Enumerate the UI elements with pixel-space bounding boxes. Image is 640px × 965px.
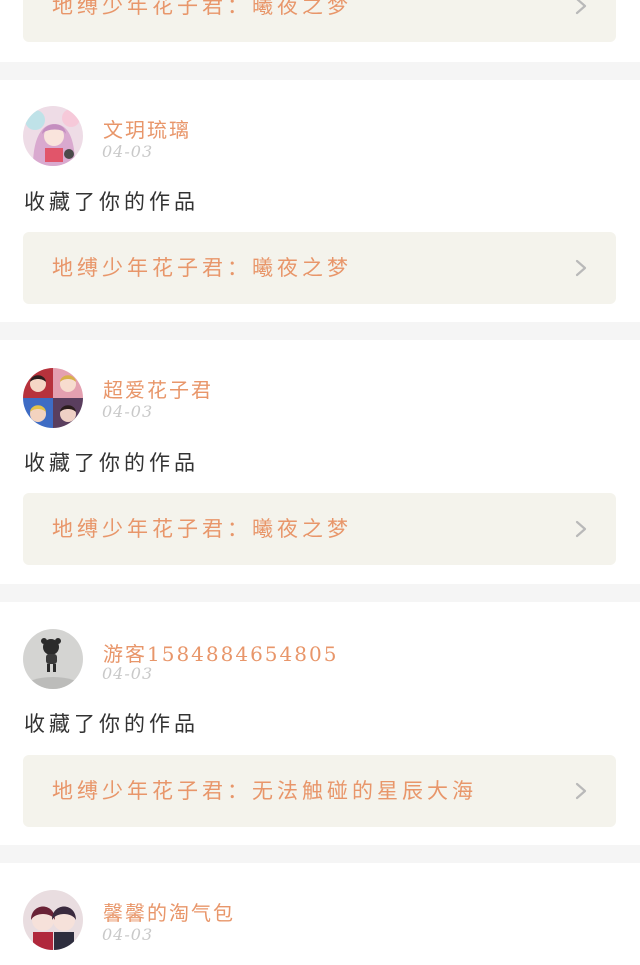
notification-card: 游客1584884654805 04-03 收藏了你的作品 地缚少年花子君：无法… bbox=[0, 602, 640, 845]
work-link[interactable]: 地缚少年花子君：曦夜之梦 bbox=[23, 232, 616, 304]
work-title: 地缚少年花子君：无法触碰的星辰大海 bbox=[52, 779, 477, 803]
notification-card: 文玥琉璃 04-03 收藏了你的作品 地缚少年花子君：曦夜之梦 bbox=[0, 80, 640, 322]
work-title: 地缚少年花子君：曦夜之梦 bbox=[52, 256, 352, 280]
timestamp: 04-03 bbox=[102, 402, 154, 421]
work-link[interactable]: 地缚少年花子君：无法触碰的星辰大海 bbox=[23, 755, 616, 827]
action-text: 收藏了你的作品 bbox=[24, 190, 199, 214]
action-text: 收藏了你的作品 bbox=[24, 712, 199, 736]
anime-girl-avatar-icon bbox=[23, 106, 83, 166]
username[interactable]: 游客1584884654805 bbox=[103, 638, 338, 667]
username[interactable]: 文玥琉璃 bbox=[103, 114, 191, 143]
username[interactable]: 馨馨的淘气包 bbox=[103, 897, 235, 926]
timestamp: 04-03 bbox=[102, 925, 154, 944]
chevron-right-icon bbox=[575, 520, 587, 538]
notification-feed: 地缚少年花子君：曦夜之梦 文玥琉璃 04-03 收藏了你的作品 地缚少年花子君：… bbox=[0, 0, 640, 965]
timestamp: 04-03 bbox=[102, 142, 154, 161]
anime-collage-avatar-icon bbox=[23, 368, 83, 428]
figurine-avatar-icon bbox=[23, 629, 83, 689]
chevron-right-icon bbox=[575, 0, 587, 15]
work-link[interactable]: 地缚少年花子君：曦夜之梦 bbox=[23, 493, 616, 565]
work-title: 地缚少年花子君：曦夜之梦 bbox=[52, 0, 352, 18]
timestamp: 04-03 bbox=[102, 664, 154, 683]
chevron-right-icon bbox=[575, 782, 587, 800]
notification-card: 超爱花子君 04-03 收藏了你的作品 地缚少年花子君：曦夜之梦 bbox=[0, 340, 640, 584]
avatar[interactable] bbox=[23, 890, 83, 950]
avatar[interactable] bbox=[23, 368, 83, 428]
action-text: 收藏了你的作品 bbox=[24, 451, 199, 475]
work-title: 地缚少年花子君：曦夜之梦 bbox=[52, 517, 352, 541]
chevron-right-icon bbox=[575, 259, 587, 277]
avatar[interactable] bbox=[23, 629, 83, 689]
work-link[interactable]: 地缚少年花子君：曦夜之梦 bbox=[23, 0, 616, 42]
notification-card: 馨馨的淘气包 04-03 bbox=[0, 863, 640, 965]
notification-card: 地缚少年花子君：曦夜之梦 bbox=[0, 0, 640, 62]
avatar[interactable] bbox=[23, 106, 83, 166]
anime-duo-avatar-icon bbox=[23, 890, 83, 950]
username[interactable]: 超爱花子君 bbox=[103, 374, 213, 403]
